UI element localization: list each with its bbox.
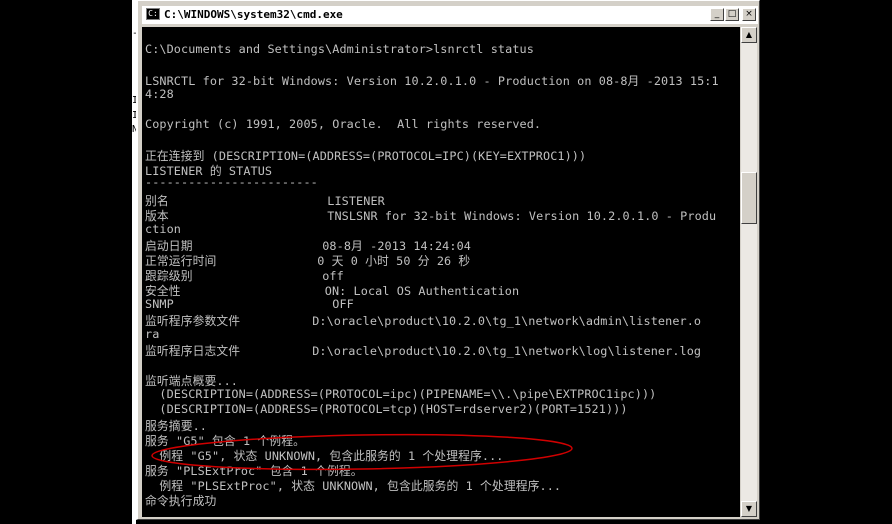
red-annotation-ellipse xyxy=(151,433,573,471)
